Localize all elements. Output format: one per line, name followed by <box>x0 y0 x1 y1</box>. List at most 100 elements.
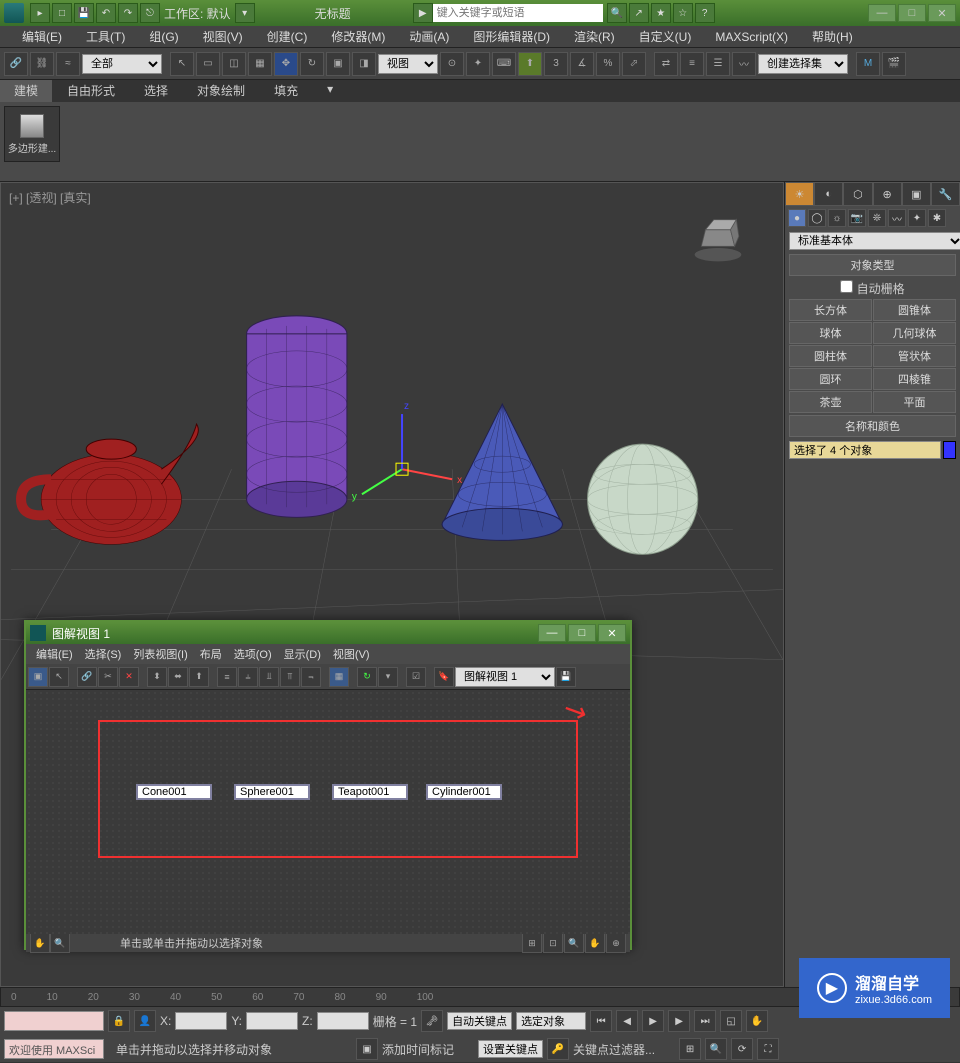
schematic-max-button[interactable]: □ <box>568 624 596 642</box>
sw-menu-display[interactable]: 显示(D) <box>278 646 327 662</box>
x-input[interactable] <box>175 1012 227 1030</box>
shapes-tab-icon[interactable]: ◐ <box>814 182 843 206</box>
prev-key-icon[interactable]: ⏮ <box>590 1010 612 1032</box>
select-name-icon[interactable]: ▭ <box>196 52 220 76</box>
teapot-button[interactable]: 茶壶 <box>789 391 872 413</box>
scale-tool-icon[interactable]: ▣ <box>326 52 350 76</box>
undo-icon[interactable]: ↶ <box>96 3 116 23</box>
sw-pref-icon[interactable]: ☑ <box>406 667 426 687</box>
node-cylinder[interactable]: Cylinder001 <box>426 784 502 800</box>
plane-button[interactable]: 平面 <box>873 391 956 413</box>
primitive-dropdown[interactable]: 标准基本体 <box>789 232 960 250</box>
viewcube[interactable] <box>693 213 743 263</box>
menu-help[interactable]: 帮助(H) <box>800 28 865 45</box>
select-paint-icon[interactable]: ▦ <box>248 52 272 76</box>
y-input[interactable] <box>246 1012 298 1030</box>
menu-animation[interactable]: 动画(A) <box>397 28 461 45</box>
menu-render[interactable]: 渲染(R) <box>562 28 627 45</box>
schematic-close-button[interactable]: ✕ <box>598 624 626 642</box>
sw-h3-icon[interactable]: ⬆ <box>189 667 209 687</box>
menu-group[interactable]: 组(G) <box>137 28 190 45</box>
angle-snap-icon[interactable]: ∡ <box>570 52 594 76</box>
geometry-icon[interactable]: ● <box>788 209 806 227</box>
rotate-tool-icon[interactable]: ↻ <box>300 52 324 76</box>
select-icon[interactable]: ↖ <box>170 52 194 76</box>
marker-icon[interactable]: ▣ <box>356 1038 378 1060</box>
keymode-icon[interactable]: ⌨ <box>492 52 516 76</box>
placement-tool-icon[interactable]: ◨ <box>352 52 376 76</box>
addmarker-label[interactable]: 添加时间标记 <box>382 1041 454 1058</box>
util-tab-icon[interactable]: 🔧 <box>931 182 960 206</box>
name-color-header[interactable]: 名称和颜色 <box>789 415 956 437</box>
more-icon[interactable]: ✱ <box>928 209 946 227</box>
menu-maxscript[interactable]: MAXScript(X) <box>703 30 800 44</box>
schematic-min-button[interactable]: — <box>538 624 566 642</box>
sw-select-icon[interactable]: ▣ <box>28 667 48 687</box>
sw-nav1-icon[interactable]: ⊞ <box>522 933 542 953</box>
bind-tool-icon[interactable]: ≈ <box>56 52 80 76</box>
new-icon[interactable]: □ <box>52 3 72 23</box>
person-icon[interactable]: 👤 <box>134 1010 156 1032</box>
layer-icon[interactable]: ☰ <box>706 52 730 76</box>
node-sphere[interactable]: Sphere001 <box>234 784 310 800</box>
zoom-icon[interactable]: 🔍 <box>705 1038 727 1060</box>
pivot-icon[interactable]: ⊙ <box>440 52 464 76</box>
node-cone[interactable]: Cone001 <box>136 784 212 800</box>
sphere-button[interactable]: 球体 <box>789 322 872 344</box>
lock-icon[interactable]: 🔒 <box>108 1010 130 1032</box>
sw-menu-edit[interactable]: 编辑(E) <box>30 646 79 662</box>
system-icon[interactable]: ✦ <box>908 209 926 227</box>
light-icon[interactable]: ☼ <box>828 209 846 227</box>
vp-pan-icon[interactable]: ✋ <box>746 1010 768 1032</box>
sw-h2-icon[interactable]: ⬌ <box>168 667 188 687</box>
search-go-icon[interactable]: ▶ <box>413 3 433 23</box>
selected-label[interactable]: 选定对象 <box>516 1012 586 1030</box>
sw-nav5-icon[interactable]: ⊕ <box>606 933 626 953</box>
menu-view[interactable]: 视图(V) <box>191 28 255 45</box>
curve-icon[interactable]: 〰 <box>732 52 756 76</box>
sw-refresh-icon[interactable]: ↻ <box>357 667 377 687</box>
render-setup-icon[interactable]: 🎬 <box>882 52 906 76</box>
nav-icon[interactable]: ⊞ <box>679 1038 701 1060</box>
maximize-button[interactable]: □ <box>898 4 926 22</box>
minimize-button[interactable]: — <box>868 4 896 22</box>
schematic-window[interactable]: 图解视图 1 — □ ✕ 编辑(E) 选择(S) 列表视图(I) 布局 选项(O… <box>24 620 632 950</box>
sw-grid-icon[interactable]: ▦ <box>329 667 349 687</box>
help-icon[interactable]: ? <box>695 3 715 23</box>
pyramid-button[interactable]: 四棱锥 <box>873 368 956 390</box>
menu-modifier[interactable]: 修改器(M) <box>319 28 397 45</box>
geosphere-button[interactable]: 几何球体 <box>873 322 956 344</box>
play-icon[interactable]: ▶ <box>642 1010 664 1032</box>
helper2-icon[interactable]: ❊ <box>868 209 886 227</box>
m-icon[interactable]: M <box>856 52 880 76</box>
open-icon[interactable]: ▸ <box>30 3 50 23</box>
camera-icon[interactable]: 📷 <box>848 209 866 227</box>
poly-modeling-button[interactable]: 多边形建... <box>4 106 60 162</box>
refcoord-dropdown[interactable]: 视图 <box>378 54 438 74</box>
sw-arrow-icon[interactable]: ↖ <box>49 667 69 687</box>
pct-snap-icon[interactable]: % <box>596 52 620 76</box>
save-icon[interactable]: 💾 <box>74 3 94 23</box>
sw-menu-view[interactable]: 视图(V) <box>327 646 376 662</box>
mirror-icon[interactable]: ⇄ <box>654 52 678 76</box>
snap3-icon[interactable]: 3 <box>544 52 568 76</box>
star-icon[interactable]: ★ <box>651 3 671 23</box>
space-tab-icon[interactable]: ▣ <box>902 182 931 206</box>
warp-icon[interactable]: 〰 <box>888 209 906 227</box>
sw-menu-options[interactable]: 选项(O) <box>228 646 278 662</box>
sw-a5-icon[interactable]: ⫬ <box>301 667 321 687</box>
search-input[interactable] <box>433 4 603 22</box>
link-tool-icon[interactable]: 🔗 <box>4 52 28 76</box>
menu-tools[interactable]: 工具(T) <box>74 28 137 45</box>
sw-a1-icon[interactable]: ≡ <box>217 667 237 687</box>
torus-button[interactable]: 圆环 <box>789 368 872 390</box>
binocular-icon[interactable]: 🔍 <box>607 3 627 23</box>
shape-icon[interactable]: ◯ <box>808 209 826 227</box>
sw-nav4-icon[interactable]: ✋ <box>585 933 605 953</box>
redo-icon[interactable]: ↷ <box>118 3 138 23</box>
node-teapot[interactable]: Teapot001 <box>332 784 408 800</box>
menu-create[interactable]: 创建(C) <box>255 28 320 45</box>
sw-name-dropdown[interactable]: 图解视图 1 <box>455 667 555 687</box>
link-icon[interactable]: ⎋ <box>140 3 160 23</box>
next-frame-icon[interactable]: ▶ <box>668 1010 690 1032</box>
